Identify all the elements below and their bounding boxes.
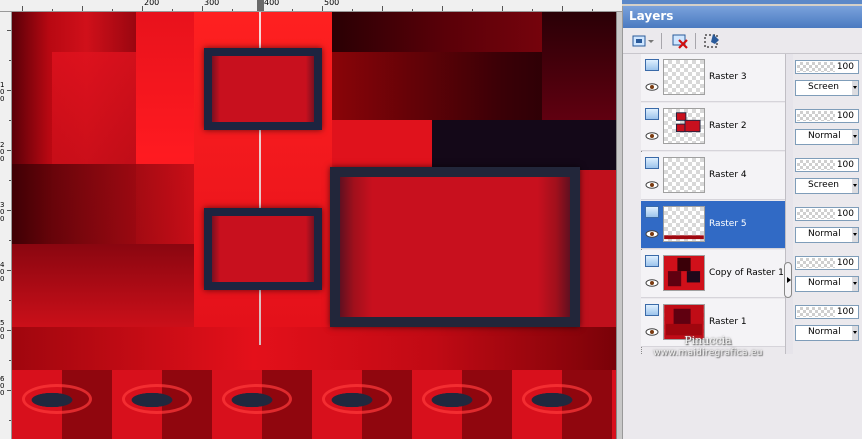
- ruler-left-label: 600: [0, 375, 5, 397]
- watermark: Pinuccia www.maidiregrafica.eu: [646, 334, 770, 360]
- app-window: 200 300 400 500 100 200 300 400 500 600: [0, 0, 862, 439]
- blend-mode-select[interactable]: Normal: [795, 129, 859, 145]
- bg-top-right-dark: [542, 12, 616, 120]
- layer-thumbnail: [663, 108, 705, 144]
- layer-thumbnail: [663, 206, 705, 242]
- blend-mode-select[interactable]: Screen: [795, 178, 859, 194]
- layer-props: 100 Normal: [793, 201, 862, 249]
- layer-list: Raster 3 Raster 2 Raster 4 Raster 5 Copy…: [641, 54, 785, 354]
- watermark-name: Pinuccia: [684, 334, 732, 347]
- bg-right-mid-block: [332, 120, 432, 170]
- ruler-top: 200 300 400 500: [0, 0, 622, 12]
- layer-thumbnail: [663, 157, 705, 193]
- splitter-expand-handle[interactable]: [784, 262, 792, 298]
- visibility-eye-icon[interactable]: [645, 83, 659, 91]
- visibility-eye-icon[interactable]: [645, 132, 659, 140]
- ruler-top-label: 400: [264, 0, 280, 7]
- visibility-eye-icon[interactable]: [645, 230, 659, 238]
- layer-thumbnail: [663, 59, 705, 95]
- ruler-left-label: 400: [0, 261, 5, 283]
- layer-row[interactable]: Raster 2: [641, 103, 785, 151]
- layer-props: 100 Screen: [793, 152, 862, 200]
- opacity-slider[interactable]: 100: [795, 305, 859, 319]
- ruler-left-label: 100: [0, 81, 5, 103]
- layer-thumbnail: [663, 255, 705, 291]
- layer-props: 100 Normal: [793, 103, 862, 151]
- opacity-slider[interactable]: 100: [795, 60, 859, 74]
- frame-large: [330, 167, 580, 327]
- ruler-left-label: 300: [0, 201, 5, 223]
- layer-name: Copy of Raster 1: [709, 268, 784, 278]
- raster-layer-icon: [645, 255, 659, 267]
- ruler-top-label: 200: [144, 0, 160, 7]
- raster-layer-icon: [645, 206, 659, 218]
- layers-toolbar: [623, 28, 862, 54]
- previous-panel-titlebar: [622, 0, 862, 4]
- layer-name: Raster 2: [709, 121, 747, 131]
- blend-mode-select[interactable]: Normal: [795, 325, 859, 341]
- bg-lower-left-block: [12, 244, 194, 334]
- ruler-left-label: 500: [0, 319, 5, 341]
- layer-row[interactable]: Raster 4: [641, 152, 785, 200]
- bg-dark-block: [432, 120, 616, 170]
- layer-name: Raster 5: [709, 219, 747, 229]
- layers-panel: Layers Raster 3 Raster 2 Raster 4 Raster…: [622, 6, 862, 439]
- layer-row-selected[interactable]: Raster 5: [641, 201, 785, 249]
- delete-layer-icon[interactable]: [671, 32, 689, 50]
- bg-left-mid-block: [12, 164, 194, 244]
- opacity-slider[interactable]: 100: [795, 256, 859, 270]
- layer-row[interactable]: Copy of Raster 1: [641, 250, 785, 298]
- ruler-left-label: 200: [0, 141, 5, 163]
- opacity-slider[interactable]: 100: [795, 158, 859, 172]
- blend-mode-select[interactable]: Screen: [795, 80, 859, 96]
- floor-pattern: [12, 370, 616, 439]
- raster-layer-icon: [645, 304, 659, 316]
- layer-name: Raster 3: [709, 72, 747, 82]
- layer-properties-column: 100 Screen 100 Normal 100 Screen 100 Nor…: [793, 54, 862, 354]
- layer-name: Raster 4: [709, 170, 747, 180]
- blend-mode-select[interactable]: Normal: [795, 227, 859, 243]
- opacity-slider[interactable]: 100: [795, 109, 859, 123]
- panel-splitter[interactable]: [785, 54, 793, 354]
- ruler-position-marker: [257, 0, 264, 11]
- visibility-eye-icon[interactable]: [645, 181, 659, 189]
- layer-name: Raster 1: [709, 317, 747, 327]
- chevron-down-icon[interactable]: [647, 32, 655, 50]
- layer-props: 100 Normal: [793, 299, 862, 347]
- ruler-left: 100 200 300 400 500 600: [0, 12, 12, 439]
- layer-row[interactable]: Raster 3: [641, 54, 785, 102]
- opacity-slider[interactable]: 100: [795, 207, 859, 221]
- ruler-top-label: 300: [204, 0, 220, 7]
- layer-props: 100 Screen: [793, 54, 862, 102]
- image-canvas[interactable]: [12, 12, 616, 439]
- blend-mode-select[interactable]: Normal: [795, 276, 859, 292]
- watermark-url: www.maidiregrafica.eu: [653, 348, 763, 358]
- frame-bottom-small: [204, 208, 322, 290]
- edit-selection-icon[interactable]: [703, 32, 721, 50]
- ruler-top-label: 500: [324, 0, 340, 7]
- visibility-eye-icon[interactable]: [645, 279, 659, 287]
- raster-layer-icon: [645, 108, 659, 120]
- raster-layer-icon: [645, 59, 659, 71]
- layers-panel-title[interactable]: Layers: [623, 6, 862, 28]
- layer-props: 100 Normal: [793, 250, 862, 298]
- raster-layer-icon: [645, 157, 659, 169]
- frame-top-small: [204, 48, 322, 130]
